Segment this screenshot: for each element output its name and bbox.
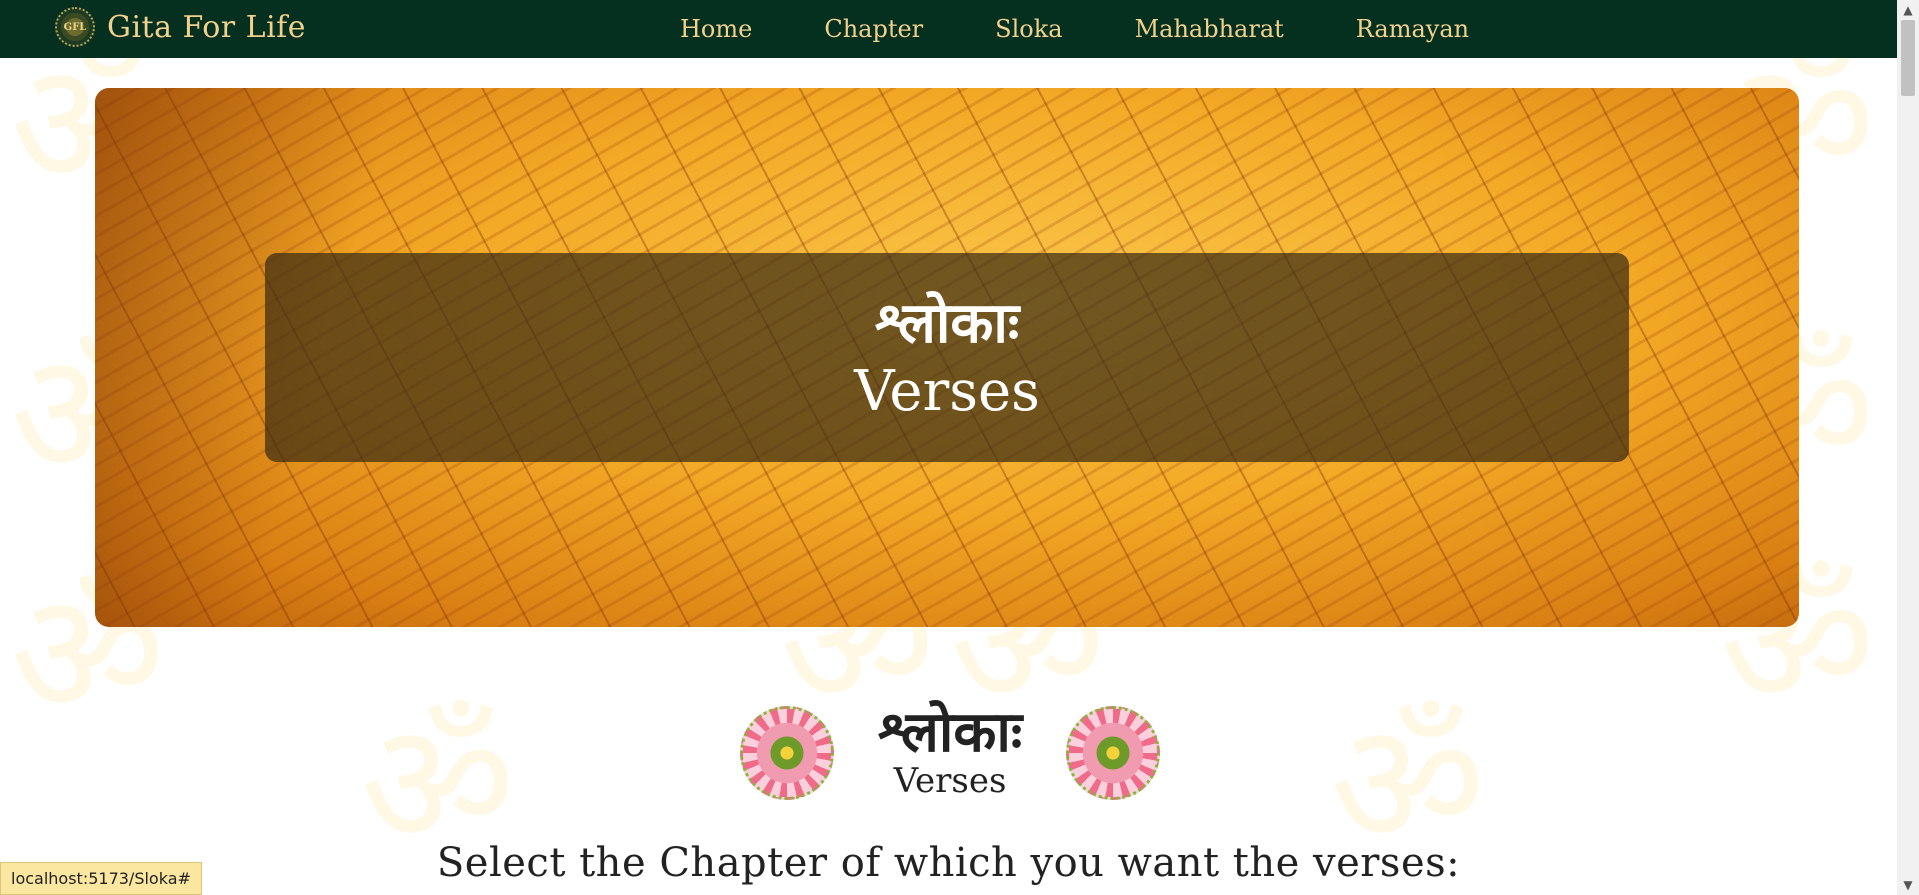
nav-link-mahabharat[interactable]: Mahabharat — [1135, 15, 1284, 43]
nav-link-sloka[interactable]: Sloka — [995, 15, 1062, 43]
lotus-mandala-right-icon — [1066, 705, 1160, 800]
hero-overlay: श्लोकाः Verses — [265, 253, 1629, 462]
scroll-down-arrow-icon[interactable]: ▼ — [1897, 875, 1919, 895]
nav-link-chapter[interactable]: Chapter — [824, 15, 923, 43]
top-navbar: GFL Gita For Life Home Chapter Sloka Mah… — [0, 0, 1897, 58]
section-title-sanskrit: श्लोकाः — [877, 700, 1023, 766]
nav-link-ramayan[interactable]: Ramayan — [1356, 15, 1469, 43]
section-heading: श्लोकाः Verses — [740, 700, 1160, 805]
section-title-english: Verses — [893, 761, 1007, 802]
gfl-logo-icon[interactable]: GFL — [55, 7, 95, 47]
status-url: localhost:5173/Sloka# — [11, 869, 191, 888]
browser-status-bar: localhost:5173/Sloka# — [0, 862, 202, 895]
scroll-thumb[interactable] — [1901, 20, 1915, 96]
lotus-mandala-left-icon — [740, 705, 834, 800]
brand[interactable]: GFL Gita For Life — [55, 7, 306, 47]
nav-link-home[interactable]: Home — [680, 15, 752, 43]
section-title: श्लोकाः Verses — [878, 704, 1022, 800]
chapter-select-prompt: Select the Chapter of which you want the… — [436, 840, 1461, 886]
hero-title-sanskrit: श्लोकाः — [874, 290, 1020, 356]
brand-name[interactable]: Gita For Life — [107, 10, 306, 45]
scroll-up-arrow-icon[interactable]: ▲ — [1897, 0, 1919, 20]
nav-links: Home Chapter Sloka Mahabharat Ramayan — [680, 0, 1541, 58]
hero-title-english: Verses — [854, 358, 1040, 424]
hero-banner: श्लोकाः Verses — [95, 88, 1799, 627]
vertical-scrollbar[interactable]: ▲ ▼ — [1897, 0, 1919, 895]
